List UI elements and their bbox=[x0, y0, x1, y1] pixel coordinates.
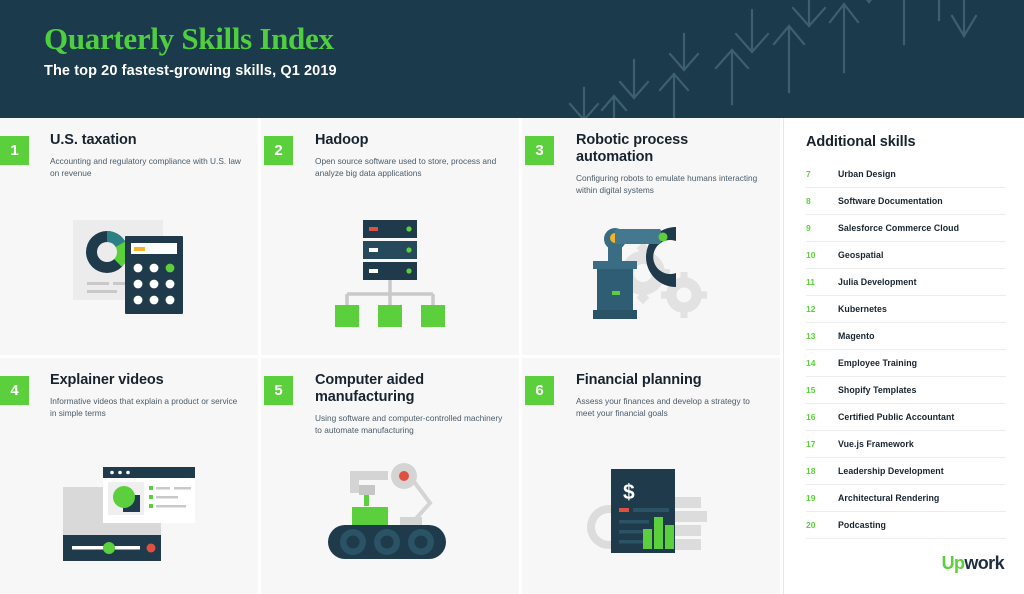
list-item-label: Julia Development bbox=[838, 277, 917, 287]
list-item-label: Podcasting bbox=[838, 520, 886, 530]
card-description: Informative videos that explain a produc… bbox=[50, 395, 238, 418]
card-header: Financial planning Assess your finances … bbox=[576, 372, 766, 419]
list-item-label: Leadership Development bbox=[838, 466, 944, 476]
list-item-number: 7 bbox=[806, 169, 811, 179]
list-item-number: 15 bbox=[806, 385, 816, 395]
card-title: U.S. taxation bbox=[50, 132, 137, 148]
svg-text:$: $ bbox=[623, 481, 635, 504]
list-item-number: 11 bbox=[806, 277, 815, 287]
list-item-label: Geospatial bbox=[838, 250, 884, 260]
header-text-block: Quarterly Skills Index The top 20 fastes… bbox=[44, 21, 337, 80]
rank-badge: 4 bbox=[0, 375, 29, 405]
card-illustration bbox=[0, 197, 258, 347]
list-item-number: 10 bbox=[806, 250, 816, 260]
skills-card-grid: 1 U.S. taxation Accounting and regulator… bbox=[0, 118, 780, 594]
card-title: Explainer videos bbox=[50, 371, 164, 388]
card-description: Using software and computer-controlled m… bbox=[315, 412, 503, 435]
list-item-number: 8 bbox=[806, 196, 811, 206]
list-item-label: Urban Design bbox=[838, 169, 896, 179]
card-description: Accounting and regulatory compliance wit… bbox=[50, 156, 241, 179]
list-item[interactable]: 16 Certified Public Accountant bbox=[806, 404, 1006, 431]
list-item[interactable]: 18 Leadership Development bbox=[806, 458, 1006, 485]
page-title: Quarterly Skills Index bbox=[44, 21, 334, 56]
skill-card-3[interactable]: 3 Robotic process automation Configuring… bbox=[522, 118, 780, 355]
list-item-label: Vue.js Framework bbox=[838, 439, 914, 449]
list-item-label: Kubernetes bbox=[838, 304, 887, 314]
card-description: Open source software used to store, proc… bbox=[315, 156, 497, 179]
card-header: Robotic process automation Configuring r… bbox=[576, 132, 766, 196]
rank-badge: 6 bbox=[525, 375, 554, 405]
upwork-logo: Upwork bbox=[941, 553, 1005, 574]
video-player-window-icon bbox=[63, 467, 195, 561]
card-illustration bbox=[261, 197, 519, 347]
logo-work-text: work bbox=[964, 553, 1004, 573]
skill-card-5[interactable]: 5 Computer aided manufacturing Using sof… bbox=[261, 357, 519, 594]
donut-chart-and-calculator-icon bbox=[73, 219, 183, 314]
skill-card-4[interactable]: 4 Explainer videos Informative videos th… bbox=[0, 357, 258, 594]
rank-badge: 5 bbox=[264, 375, 293, 405]
card-description: Configuring robots to emulate humans int… bbox=[576, 173, 758, 196]
card-header: Computer aided manufacturing Using softw… bbox=[315, 372, 505, 436]
list-item[interactable]: 12 Kubernetes bbox=[806, 296, 1006, 323]
list-item-number: 18 bbox=[806, 466, 816, 476]
skill-card-2[interactable]: 2 Hadoop Open source software used to st… bbox=[261, 118, 519, 355]
list-item-number: 14 bbox=[806, 358, 816, 368]
list-item[interactable]: 13 Magento bbox=[806, 323, 1006, 350]
rank-badge: 1 bbox=[0, 136, 29, 165]
card-illustration: $ bbox=[522, 436, 780, 586]
card-header: Explainer videos Informative videos that… bbox=[50, 372, 244, 419]
header-banner: Quarterly Skills Index The top 20 fastes… bbox=[0, 0, 1024, 118]
list-item[interactable]: 20 Podcasting bbox=[806, 512, 1006, 539]
sidebar-title: Additional skills bbox=[806, 134, 916, 150]
additional-skills-sidebar: Additional skills 7 Urban Design 8 Softwar… bbox=[783, 118, 1024, 594]
financial-report-document-icon: $ bbox=[587, 469, 707, 553]
tracked-robot-arm-icon bbox=[328, 463, 446, 559]
card-title: Robotic process automation bbox=[576, 132, 689, 166]
server-rack-network-icon bbox=[335, 219, 445, 327]
infographic-page: Quarterly Skills Index The top 20 fastes… bbox=[0, 0, 1024, 594]
list-item-number: 9 bbox=[806, 223, 811, 233]
card-title: Financial planning bbox=[576, 371, 702, 388]
list-item[interactable]: 19 Architectural Rendering bbox=[806, 485, 1006, 512]
list-item-label: Shopify Templates bbox=[838, 385, 917, 395]
list-item-label: Software Documentation bbox=[838, 196, 943, 206]
rank-badge: 3 bbox=[525, 136, 554, 165]
list-item[interactable]: 10 Geospatial bbox=[806, 242, 1006, 269]
card-description: Assess your finances and develop a strat… bbox=[576, 395, 750, 418]
list-item[interactable]: 15 Shopify Templates bbox=[806, 377, 1006, 404]
list-item[interactable]: 17 Vue.js Framework bbox=[806, 431, 1006, 458]
list-item-number: 20 bbox=[806, 520, 816, 530]
arrow-pattern-icon bbox=[568, 0, 978, 118]
list-item-number: 19 bbox=[806, 493, 816, 503]
list-item-label: Salesforce Commerce Cloud bbox=[838, 223, 960, 233]
card-header: Hadoop Open source software used to stor… bbox=[315, 132, 505, 179]
list-item[interactable]: 9 Salesforce Commerce Cloud bbox=[806, 215, 1006, 242]
skill-card-1[interactable]: 1 U.S. taxation Accounting and regulator… bbox=[0, 118, 258, 355]
robotic-arm-and-gears-icon bbox=[593, 226, 707, 319]
list-item-number: 16 bbox=[806, 412, 816, 422]
list-item-number: 13 bbox=[806, 331, 816, 341]
skill-card-6[interactable]: 6 Financial planning Assess your finance… bbox=[522, 357, 780, 594]
card-header: U.S. taxation Accounting and regulatory … bbox=[50, 132, 244, 179]
page-subtitle: The top 20 fastest-growing skills, Q1 20… bbox=[44, 63, 337, 80]
list-item[interactable]: 7 Urban Design bbox=[806, 161, 1006, 188]
rank-badge: 2 bbox=[264, 136, 293, 165]
card-illustration bbox=[0, 436, 258, 586]
logo-up-text: Up bbox=[941, 553, 965, 573]
card-title: Hadoop bbox=[315, 132, 369, 148]
list-item-number: 17 bbox=[806, 439, 816, 449]
list-item[interactable]: 11 Julia Development bbox=[806, 269, 1006, 296]
additional-skills-list: 7 Urban Design 8 Software Documentation 9 S… bbox=[806, 161, 1006, 539]
card-title: Computer aided manufacturing bbox=[315, 371, 424, 405]
list-item-label: Certified Public Accountant bbox=[838, 412, 955, 422]
list-item-label: Architectural Rendering bbox=[838, 493, 940, 503]
list-item-label: Employee Training bbox=[838, 358, 918, 368]
list-item[interactable]: 8 Software Documentation bbox=[806, 188, 1006, 215]
list-item-label: Magento bbox=[838, 331, 875, 341]
card-illustration bbox=[522, 197, 780, 347]
card-illustration bbox=[261, 436, 519, 586]
list-item[interactable]: 14 Employee Training bbox=[806, 350, 1006, 377]
list-item-number: 12 bbox=[806, 304, 816, 314]
